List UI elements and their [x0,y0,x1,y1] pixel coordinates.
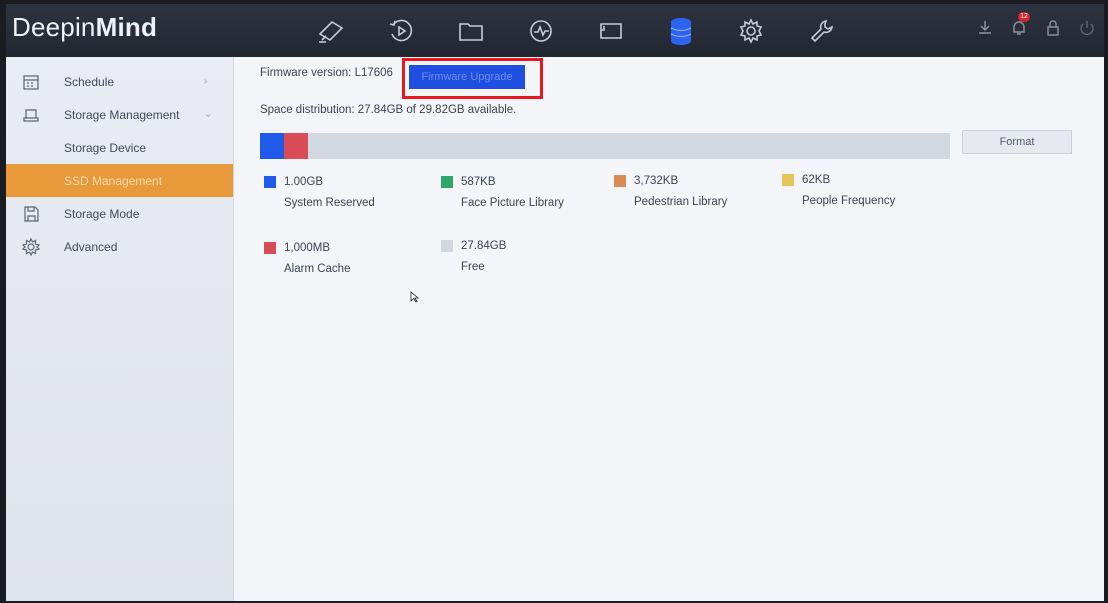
legend-item-system-reserved: 1.00GB System Reserved [264,176,375,209]
format-button[interactable]: Format [962,130,1072,154]
legend-value: 27.84GB [461,240,507,252]
sidebar-item-label: Advanced [64,239,118,254]
legend-value: 1.00GB [284,176,323,188]
legend-swatch [264,176,276,188]
legend-value: 3,732KB [634,175,679,187]
legend-swatch [264,242,276,254]
legend-item-people-frequency: 62KB People Frequency [782,174,895,207]
legend-item-free: 27.84GB Free [441,240,506,273]
sidebar-item-storage-mode[interactable]: Storage Mode [6,197,233,230]
bar-segment-alarm-cache [284,133,308,159]
save-disk-icon [24,205,39,222]
download-icon[interactable] [976,18,994,38]
playback-icon[interactable] [366,14,436,48]
sidebar-item-label: Schedule [64,74,115,89]
file-folder-icon[interactable] [436,14,506,48]
legend-item-face-picture-library: 587KB Face Picture Library [441,176,564,209]
mouse-cursor-icon [410,291,420,303]
sidebar: Schedule › Storage Management ⌄ Storage … [6,57,234,601]
legend-item-pedestrian-library: 3,732KB Pedestrian Library [614,175,727,208]
calendar-icon [23,74,39,90]
sidebar-item-storage-device[interactable]: Storage Device [6,131,233,164]
alarm-count-badge: 12 [1018,12,1030,22]
power-icon[interactable] [1078,18,1096,38]
top-navigation-bar: DeepinMind 12 [6,4,1104,57]
legend-name: Pedestrian Library [634,196,728,208]
alarm-bell-icon[interactable]: 12 [1010,12,1030,38]
sidebar-item-label: Storage Management [64,107,180,122]
sidebar-item-storage-management[interactable]: Storage Management ⌄ [6,98,233,131]
storage-database-icon[interactable] [646,14,716,48]
legend-value: 62KB [802,174,831,186]
legend-name: People Frequency [802,195,896,207]
status-icons: 12 [976,12,1096,38]
legend-item-alarm-cache: 1,000MB Alarm Cache [264,242,350,275]
hdd-icon [23,108,39,122]
app-logo: DeepinMind [12,12,158,42]
settings-gear-icon[interactable] [716,14,786,48]
legend-name: Alarm Cache [284,263,351,275]
sidebar-item-schedule[interactable]: Schedule › [6,65,233,98]
sidebar-item-advanced[interactable]: Advanced [6,230,233,263]
space-distribution-bar [260,133,950,159]
live-view-camera-icon[interactable] [296,14,366,48]
legend-swatch [782,174,794,186]
firmware-upgrade-button[interactable]: Firmware Upgrade [409,65,525,89]
legend-name: System Reserved [284,197,375,209]
legend-name: Free [461,261,485,273]
configuration-screen-icon[interactable] [576,14,646,48]
legend-value: 587KB [461,176,496,188]
main-panel: Firmware version: L17606 Firmware Upgrad… [234,57,1104,601]
sidebar-item-label: SSD Management [64,173,163,188]
main-menu-icons [296,14,856,48]
lock-icon[interactable] [1044,18,1062,38]
smart-analysis-icon[interactable] [506,14,576,48]
nvr-screen: DeepinMind 12 Schedule › Storage Managem… [6,4,1104,601]
sidebar-item-ssd-management[interactable]: SSD Management [6,164,233,197]
chevron-right-icon: › [204,76,208,87]
maintenance-wrench-icon[interactable] [786,14,856,48]
firmware-version-label: Firmware version: L17606 [260,67,393,79]
legend-swatch [441,176,453,188]
legend-name: Face Picture Library [461,197,564,209]
chevron-down-icon: ⌄ [204,109,213,120]
gear-icon [22,237,40,256]
legend-swatch [441,240,453,252]
bar-segment-system-reserved [260,133,284,159]
legend-value: 1,000MB [284,242,331,254]
space-distribution-text: Space distribution: 27.84GB of 29.82GB a… [260,104,517,116]
sidebar-item-label: Storage Mode [64,206,140,221]
legend-swatch [614,175,626,187]
sidebar-item-label: Storage Device [64,140,147,155]
